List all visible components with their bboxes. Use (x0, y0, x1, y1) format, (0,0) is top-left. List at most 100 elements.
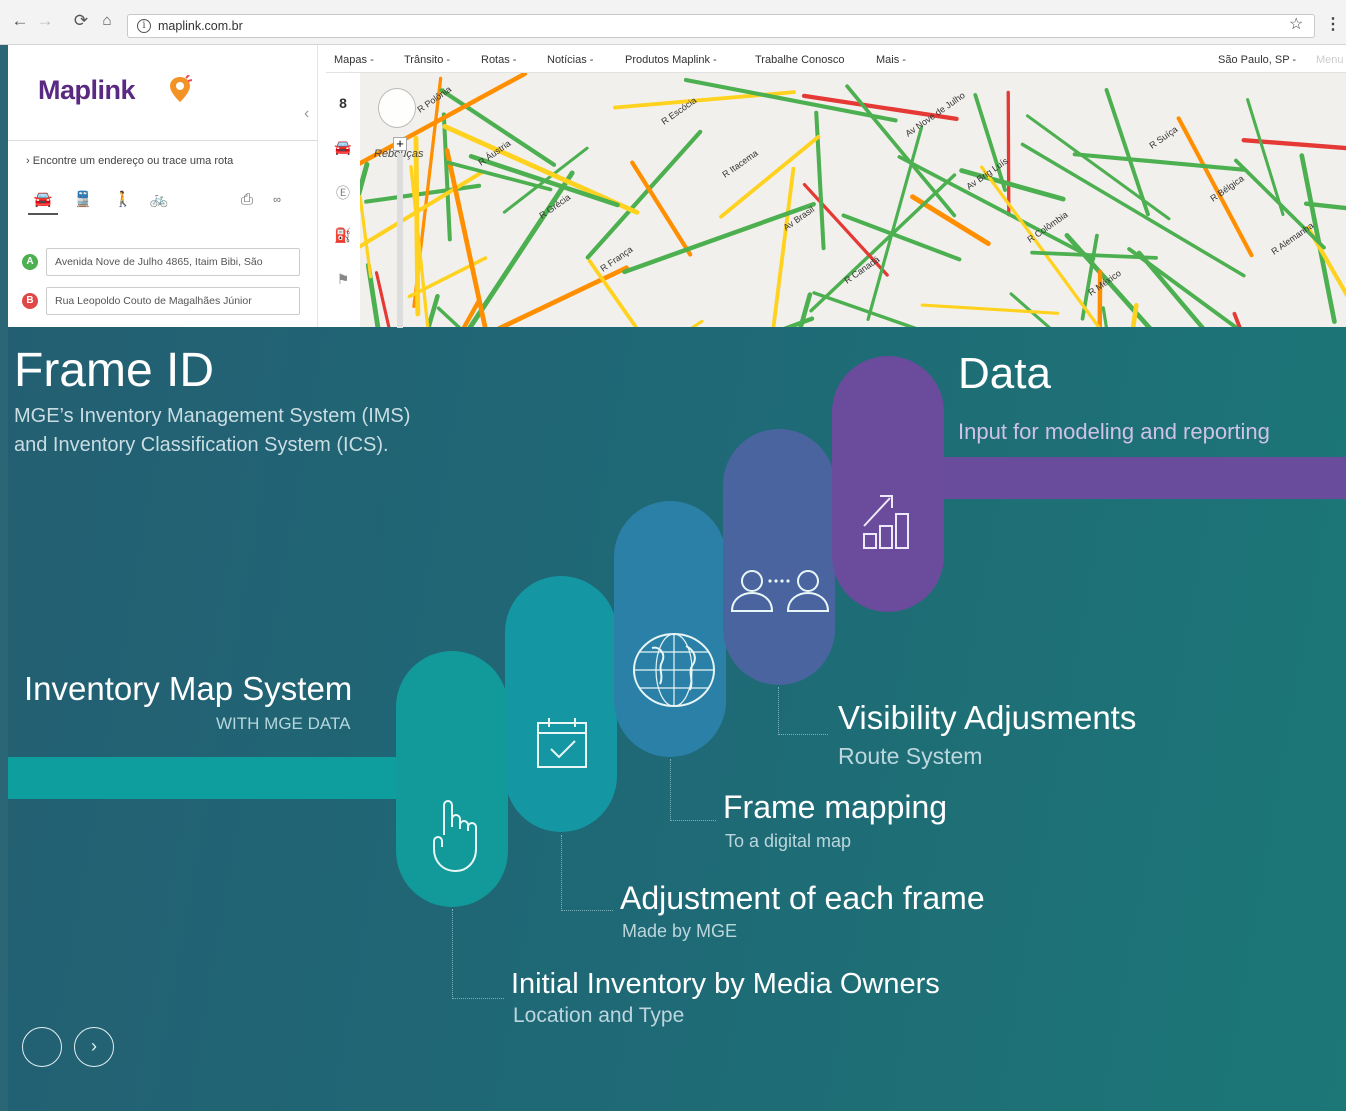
street-label: R Alemanha (1269, 220, 1315, 256)
fuel-layer-icon[interactable]: ⛽ (330, 227, 356, 253)
slide-dot-button[interactable] (22, 1027, 62, 1067)
traffic-street (719, 134, 821, 219)
walk-mode-icon[interactable]: 🚶 (108, 185, 138, 215)
traffic-street (585, 129, 703, 260)
info-icon[interactable]: i (137, 19, 151, 33)
back-icon[interactable]: ← (9, 10, 31, 32)
step-3-sub: To a digital map (725, 831, 852, 851)
street-label: R Canadá (842, 254, 881, 285)
car-mode-icon[interactable]: 🚘 (28, 185, 58, 215)
home-icon[interactable]: ⌂ (96, 10, 118, 32)
find-address-prompt[interactable]: › Encontre um endereço ou trace uma rota (26, 155, 233, 167)
street-label: R Suíça (1147, 124, 1179, 151)
step-pill-2 (505, 576, 617, 832)
traffic-street (365, 262, 381, 327)
traffic-street (783, 316, 815, 327)
leader-line-4 (778, 687, 828, 735)
street-label: R Escócia (659, 95, 698, 126)
city-selector[interactable]: São Paulo, SP - (1218, 54, 1296, 66)
menu-link[interactable]: Menu (1316, 54, 1344, 66)
zoom-slider[interactable] (397, 153, 403, 328)
people-connection-icon (730, 570, 830, 612)
logo-pin-icon (170, 75, 192, 102)
output-bar (908, 457, 1346, 499)
traffic-street (1136, 250, 1205, 327)
pin-b-icon: B (22, 293, 38, 309)
nav-produtos[interactable]: Produtos Maplink - (625, 54, 717, 66)
nav-mapas[interactable]: Mapas - (334, 54, 374, 66)
link-icon[interactable]: ∞ (262, 185, 292, 215)
step-pill-5 (832, 356, 944, 612)
poi-layer-icon[interactable]: Ⓔ (330, 183, 356, 209)
traffic-street (1009, 292, 1052, 327)
transit-mode-icon[interactable]: 🚆 (68, 185, 98, 215)
step-2-title: Adjustment of each frame (620, 880, 985, 916)
globe-icon (633, 633, 715, 707)
hand-pointer-icon (433, 800, 477, 873)
camera-layer-icon[interactable]: ⚑ (330, 271, 356, 297)
step-4-sub: Route System (838, 743, 983, 769)
traffic-street (1232, 311, 1242, 327)
browser-menu-icon[interactable]: ⋮ (1325, 14, 1341, 34)
street-label: R Itacema (720, 148, 759, 180)
bike-mode-icon[interactable]: 🚲 (144, 185, 174, 215)
leader-line-2 (561, 835, 613, 911)
slide-subtitle-line2: and Inventory Classification System (ICS… (14, 434, 389, 456)
collapse-sidebar-icon[interactable]: ‹ (304, 105, 309, 123)
left-sub: WITH MGE DATA (216, 714, 351, 733)
pin-a-icon: A (22, 254, 38, 270)
browser-toolbar: ← → ⟳ ⌂ i maplink.com.br ☆ ⋮ (0, 0, 1346, 45)
data-title: Data (958, 349, 1051, 398)
traffic-street (441, 112, 452, 242)
traffic-map[interactable]: R Polônia R Áustria R Grécia R França R Escó… (360, 73, 1346, 327)
traffic-street (841, 213, 962, 262)
step-pill-3 (614, 501, 726, 757)
next-slide-button[interactable]: › (74, 1027, 114, 1067)
growth-chart-icon (863, 495, 909, 549)
step-1-sub: Location and Type (513, 1004, 685, 1027)
pan-control[interactable] (378, 88, 416, 128)
traffic-street (1025, 114, 1171, 221)
step-4-title: Visibility Adjusments (838, 699, 1137, 736)
traffic-street (364, 183, 482, 204)
input-bar (8, 757, 458, 799)
print-icon[interactable]: ⎙ (232, 185, 262, 215)
nav-noticias[interactable]: Notícias - (547, 54, 593, 66)
car-layer-icon[interactable]: 🚘 (330, 139, 356, 165)
destination-field: B Rua Leopoldo Couto de Magalhães Júnior (22, 287, 304, 315)
nav-rotas[interactable]: Rotas - (481, 54, 516, 66)
traffic-street (1104, 87, 1150, 217)
step-2-sub: Made by MGE (622, 921, 738, 941)
map-tools: 8 🚘 Ⓔ ⛽ ⚑ (330, 95, 356, 325)
traffic-street (809, 173, 957, 313)
zoom-in-button[interactable]: + (393, 137, 407, 151)
traffic-street (920, 303, 1060, 315)
step-1-title: Initial Inventory by Media Owners (511, 968, 940, 1000)
bookmark-star-icon[interactable]: ☆ (1289, 14, 1303, 34)
slide-title: Frame ID (14, 344, 215, 397)
traffic-street (360, 195, 373, 279)
origin-input[interactable]: Avenida Nove de Julho 4865, Itaim Bibi, … (46, 248, 300, 276)
traffic-light-icon[interactable]: 8 (330, 95, 356, 121)
forward-icon[interactable]: → (34, 10, 56, 32)
origin-field: A Avenida Nove de Julho 4865, Itaim Bibi… (22, 248, 304, 276)
maplink-app: Maplink ‹ › Encontre um endereço ou trac… (8, 45, 1346, 327)
calendar-check-icon (537, 718, 587, 768)
leader-line-1 (452, 909, 504, 999)
nav-transito[interactable]: Trânsito - (404, 54, 450, 66)
leader-line-3 (670, 759, 716, 821)
traffic-street (866, 126, 924, 321)
address-bar[interactable]: i maplink.com.br (127, 14, 1315, 38)
nav-trabalhe[interactable]: Trabalhe Conosco (755, 54, 844, 66)
traffic-street (1299, 153, 1337, 324)
reload-icon[interactable]: ⟳ (70, 10, 92, 32)
traffic-street (587, 259, 639, 327)
maplink-logo[interactable]: Maplink (38, 75, 136, 106)
traffic-street (771, 166, 796, 327)
data-sub: Input for modeling and reporting (958, 419, 1270, 444)
nav-mais[interactable]: Mais - (876, 54, 906, 66)
destination-input[interactable]: Rua Leopoldo Couto de Magalhães Júnior (46, 287, 300, 315)
step-3-title: Frame mapping (723, 789, 948, 825)
url-text: maplink.com.br (158, 19, 243, 33)
traffic-street (1006, 90, 1011, 217)
